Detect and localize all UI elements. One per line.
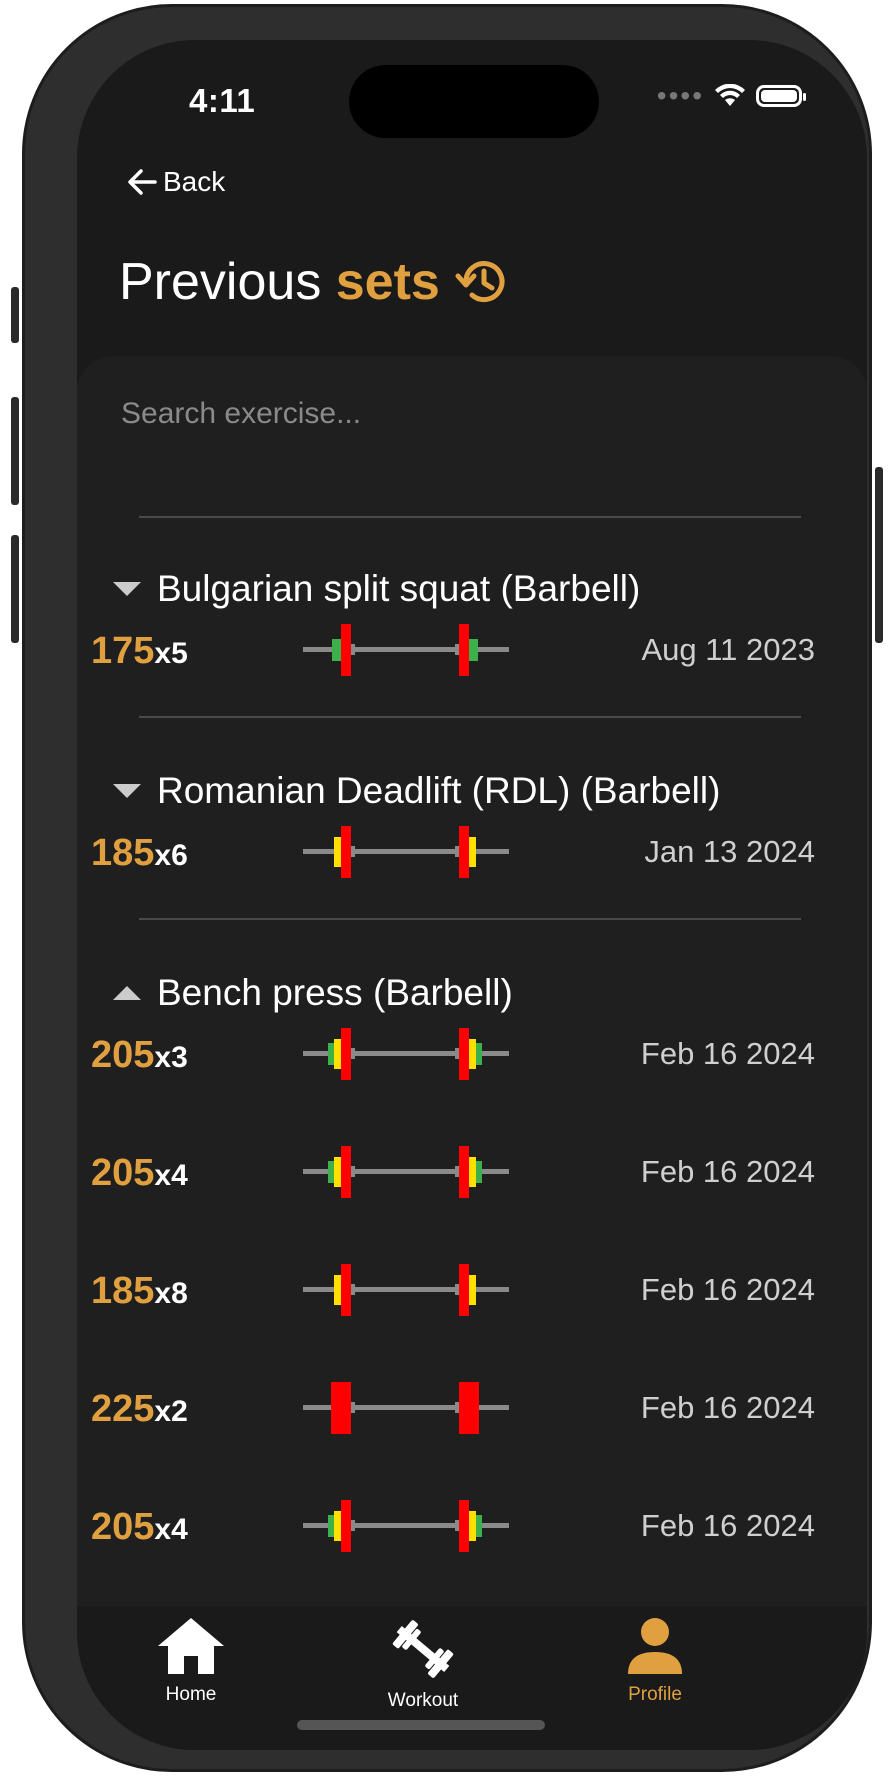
exercise-name: Bulgarian split squat (Barbell) <box>157 568 641 609</box>
dumbbell-icon <box>392 1620 454 1678</box>
phone-frame: 4:11 •••• Back Previous sets Search exer… <box>11 4 883 1772</box>
title-prefix: Previous <box>119 253 322 311</box>
set-row: 205x3 Feb 16 2024 <box>91 1026 815 1086</box>
barbell-plates-icon <box>303 826 509 878</box>
exercise-header[interactable]: Bench press (Barbell) <box>113 972 513 1014</box>
set-reps: x6 <box>154 839 188 872</box>
tab-home[interactable]: Home <box>111 1616 271 1706</box>
barbell-plates-icon <box>303 1500 509 1552</box>
set-reps: x2 <box>154 1395 188 1428</box>
barbell-plates-icon <box>303 1028 509 1080</box>
cellular-signal-icon: •••• <box>656 80 704 111</box>
back-label: Back <box>163 166 226 197</box>
barbell-plates-icon <box>303 1146 509 1198</box>
set-date: Jan 13 2024 <box>644 834 815 869</box>
set-row: 205x4 Feb 16 2024 <box>91 1144 815 1204</box>
tab-workout[interactable]: Workout <box>343 1616 503 1712</box>
set-date: Aug 11 2023 <box>641 632 815 667</box>
exercise-header[interactable]: Romanian Deadlift (RDL) (Barbell) <box>113 770 720 812</box>
set-date: Feb 16 2024 <box>640 1508 815 1543</box>
set-weight: 205 <box>91 1506 155 1548</box>
history-icon <box>455 261 505 303</box>
divider <box>139 918 801 920</box>
chevron-down-icon <box>113 582 141 596</box>
page-title: Previous sets <box>119 252 510 312</box>
home-indicator[interactable] <box>297 1720 545 1730</box>
divider <box>139 516 801 518</box>
status-icons: •••• <box>656 80 806 111</box>
set-row: 175x5 Aug 11 2023 <box>91 622 815 682</box>
barbell-plates-icon <box>303 624 509 676</box>
back-button[interactable]: Back <box>125 165 225 199</box>
tab-label: Profile <box>628 1684 682 1705</box>
chevron-down-icon <box>113 784 141 798</box>
set-row: 185x6 Jan 13 2024 <box>91 824 815 884</box>
set-weight: 175 <box>91 630 155 672</box>
volume-down-button <box>11 535 19 643</box>
set-weight: 185 <box>91 1270 155 1312</box>
set-date: Feb 16 2024 <box>640 1036 815 1071</box>
set-date: Feb 16 2024 <box>640 1272 815 1307</box>
set-reps: x4 <box>154 1159 188 1192</box>
power-button <box>875 467 883 643</box>
exercise-header[interactable]: Bulgarian split squat (Barbell) <box>113 568 640 610</box>
dynamic-island <box>349 65 599 138</box>
set-reps: x5 <box>154 637 188 670</box>
set-row: 205x4 Feb 16 2024 <box>91 1498 815 1558</box>
arrow-left-icon <box>128 169 157 195</box>
tab-label: Home <box>165 1684 217 1705</box>
set-row: 185x8 Feb 16 2024 <box>91 1262 815 1322</box>
set-date: Feb 16 2024 <box>640 1390 815 1425</box>
divider <box>139 716 801 718</box>
battery-icon <box>756 85 806 107</box>
home-icon <box>158 1618 224 1674</box>
set-reps: x3 <box>154 1041 188 1074</box>
set-weight: 225 <box>91 1388 155 1430</box>
barbell-plates-icon <box>303 1382 509 1434</box>
set-reps: x8 <box>154 1277 188 1310</box>
exercise-name: Romanian Deadlift (RDL) (Barbell) <box>157 770 721 811</box>
exercise-name: Bench press (Barbell) <box>157 972 513 1013</box>
volume-up-button <box>11 397 19 505</box>
tab-label: Workout <box>387 1690 459 1711</box>
barbell-plates-icon <box>303 1264 509 1316</box>
set-weight: 185 <box>91 832 155 874</box>
chevron-up-icon <box>113 986 141 1000</box>
set-weight: 205 <box>91 1034 155 1076</box>
tab-profile[interactable]: Profile <box>575 1616 735 1706</box>
set-weight: 205 <box>91 1152 155 1194</box>
set-date: Feb 16 2024 <box>640 1154 815 1189</box>
mute-switch <box>11 287 19 343</box>
wifi-icon <box>715 84 745 106</box>
set-reps: x4 <box>154 1513 188 1546</box>
set-row: 225x2 Feb 16 2024 <box>91 1380 815 1440</box>
search-input[interactable] <box>119 396 723 432</box>
title-accent: sets <box>335 253 440 311</box>
person-icon <box>628 1618 682 1674</box>
screen: 4:11 •••• Back Previous sets Search exer… <box>77 40 867 1750</box>
status-time: 4:11 <box>189 82 256 119</box>
